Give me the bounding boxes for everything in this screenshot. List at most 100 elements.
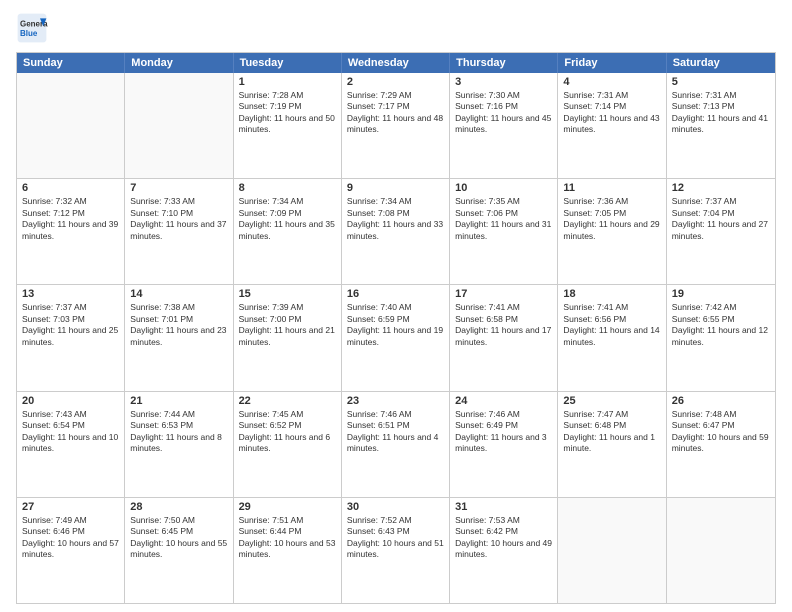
logo: General Blue (16, 12, 52, 44)
calendar-cell: 9 Sunrise: 7:34 AM Sunset: 7:08 PM Daylig… (342, 179, 450, 284)
header-day-wednesday: Wednesday (342, 53, 450, 73)
day-number: 3 (455, 76, 552, 88)
day-number: 7 (130, 182, 227, 194)
calendar-cell: 18 Sunrise: 7:41 AM Sunset: 6:56 PM Dayli… (558, 285, 666, 390)
day-info: Sunrise: 7:31 AM Sunset: 7:13 PM Dayligh… (672, 90, 770, 136)
day-info: Sunrise: 7:52 AM Sunset: 6:43 PM Dayligh… (347, 515, 444, 561)
calendar-row-5: 27 Sunrise: 7:49 AM Sunset: 6:46 PM Dayli… (17, 497, 775, 603)
day-number: 31 (455, 501, 552, 513)
calendar-cell: 29 Sunrise: 7:51 AM Sunset: 6:44 PM Dayli… (234, 498, 342, 603)
header-day-thursday: Thursday (450, 53, 558, 73)
day-info: Sunrise: 7:51 AM Sunset: 6:44 PM Dayligh… (239, 515, 336, 561)
header-day-monday: Monday (125, 53, 233, 73)
day-info: Sunrise: 7:36 AM Sunset: 7:05 PM Dayligh… (563, 196, 660, 242)
calendar-cell: 30 Sunrise: 7:52 AM Sunset: 6:43 PM Dayli… (342, 498, 450, 603)
day-info: Sunrise: 7:48 AM Sunset: 6:47 PM Dayligh… (672, 409, 770, 455)
day-info: Sunrise: 7:34 AM Sunset: 7:09 PM Dayligh… (239, 196, 336, 242)
calendar: SundayMondayTuesdayWednesdayThursdayFrid… (16, 52, 776, 604)
day-number: 17 (455, 288, 552, 300)
calendar-cell: 13 Sunrise: 7:37 AM Sunset: 7:03 PM Dayli… (17, 285, 125, 390)
day-info: Sunrise: 7:33 AM Sunset: 7:10 PM Dayligh… (130, 196, 227, 242)
day-number: 1 (239, 76, 336, 88)
day-info: Sunrise: 7:53 AM Sunset: 6:42 PM Dayligh… (455, 515, 552, 561)
day-number: 19 (672, 288, 770, 300)
header-day-friday: Friday (558, 53, 666, 73)
day-number: 13 (22, 288, 119, 300)
calendar-cell: 16Sunrise: 7:40 AM Sunset: 6:59 PM Dayli… (342, 285, 450, 390)
calendar-cell: 24Sunrise: 7:46 AM Sunset: 6:49 PM Dayli… (450, 392, 558, 497)
calendar-row-4: 20 Sunrise: 7:43 AM Sunset: 6:54 PM Dayli… (17, 391, 775, 497)
day-number: 8 (239, 182, 336, 194)
header-day-tuesday: Tuesday (234, 53, 342, 73)
calendar-cell: 10 Sunrise: 7:35 AM Sunset: 7:06 PM Dayli… (450, 179, 558, 284)
header-day-saturday: Saturday (667, 53, 775, 73)
calendar-cell: 6Sunrise: 7:32 AM Sunset: 7:12 PM Daylig… (17, 179, 125, 284)
day-number: 30 (347, 501, 444, 513)
day-number: 23 (347, 395, 444, 407)
calendar-cell: 19 Sunrise: 7:42 AM Sunset: 6:55 PM Dayli… (667, 285, 775, 390)
day-number: 22 (239, 395, 336, 407)
calendar-body: 1 Sunrise: 7:28 AM Sunset: 7:19 PM Daylig… (17, 73, 775, 603)
svg-text:Blue: Blue (20, 29, 38, 38)
day-info: Sunrise: 7:43 AM Sunset: 6:54 PM Dayligh… (22, 409, 119, 455)
day-info: Sunrise: 7:44 AM Sunset: 6:53 PM Dayligh… (130, 409, 227, 455)
day-number: 27 (22, 501, 119, 513)
day-info: Sunrise: 7:39 AM Sunset: 7:00 PM Dayligh… (239, 302, 336, 348)
day-number: 18 (563, 288, 660, 300)
day-info: Sunrise: 7:50 AM Sunset: 6:45 PM Dayligh… (130, 515, 227, 561)
calendar-cell: 1 Sunrise: 7:28 AM Sunset: 7:19 PM Daylig… (234, 73, 342, 178)
day-number: 6 (22, 182, 119, 194)
calendar-cell: 22 Sunrise: 7:45 AM Sunset: 6:52 PM Dayli… (234, 392, 342, 497)
calendar-row-3: 13 Sunrise: 7:37 AM Sunset: 7:03 PM Dayli… (17, 284, 775, 390)
calendar-cell: 7 Sunrise: 7:33 AM Sunset: 7:10 PM Daylig… (125, 179, 233, 284)
day-info: Sunrise: 7:29 AM Sunset: 7:17 PM Dayligh… (347, 90, 444, 136)
day-number: 21 (130, 395, 227, 407)
calendar-cell (558, 498, 666, 603)
header-day-sunday: Sunday (17, 53, 125, 73)
day-info: Sunrise: 7:37 AM Sunset: 7:03 PM Dayligh… (22, 302, 119, 348)
calendar-cell: 11 Sunrise: 7:36 AM Sunset: 7:05 PM Dayli… (558, 179, 666, 284)
day-number: 10 (455, 182, 552, 194)
day-info: Sunrise: 7:34 AM Sunset: 7:08 PM Dayligh… (347, 196, 444, 242)
calendar-cell (667, 498, 775, 603)
day-number: 5 (672, 76, 770, 88)
day-info: Sunrise: 7:30 AM Sunset: 7:16 PM Dayligh… (455, 90, 552, 136)
day-number: 12 (672, 182, 770, 194)
calendar-cell: 2 Sunrise: 7:29 AM Sunset: 7:17 PM Daylig… (342, 73, 450, 178)
day-info: Sunrise: 7:35 AM Sunset: 7:06 PM Dayligh… (455, 196, 552, 242)
day-info: Sunrise: 7:37 AM Sunset: 7:04 PM Dayligh… (672, 196, 770, 242)
day-number: 9 (347, 182, 444, 194)
day-info: Sunrise: 7:28 AM Sunset: 7:19 PM Dayligh… (239, 90, 336, 136)
calendar-cell: 23 Sunrise: 7:46 AM Sunset: 6:51 PM Dayli… (342, 392, 450, 497)
calendar-cell: 26Sunrise: 7:48 AM Sunset: 6:47 PM Dayli… (667, 392, 775, 497)
calendar-cell: 8 Sunrise: 7:34 AM Sunset: 7:09 PM Daylig… (234, 179, 342, 284)
day-number: 2 (347, 76, 444, 88)
calendar-cell (125, 73, 233, 178)
logo-icon: General Blue (16, 12, 48, 44)
calendar-cell: 21 Sunrise: 7:44 AM Sunset: 6:53 PM Dayli… (125, 392, 233, 497)
day-info: Sunrise: 7:31 AM Sunset: 7:14 PM Dayligh… (563, 90, 660, 136)
calendar-cell: 28Sunrise: 7:50 AM Sunset: 6:45 PM Dayli… (125, 498, 233, 603)
calendar-cell: 3 Sunrise: 7:30 AM Sunset: 7:16 PM Daylig… (450, 73, 558, 178)
day-info: Sunrise: 7:42 AM Sunset: 6:55 PM Dayligh… (672, 302, 770, 348)
day-number: 20 (22, 395, 119, 407)
calendar-cell (17, 73, 125, 178)
day-number: 16 (347, 288, 444, 300)
day-number: 4 (563, 76, 660, 88)
calendar-cell: 4 Sunrise: 7:31 AM Sunset: 7:14 PM Daylig… (558, 73, 666, 178)
calendar-cell: 15 Sunrise: 7:39 AM Sunset: 7:00 PM Dayli… (234, 285, 342, 390)
calendar-cell: 20 Sunrise: 7:43 AM Sunset: 6:54 PM Dayli… (17, 392, 125, 497)
day-number: 29 (239, 501, 336, 513)
day-info: Sunrise: 7:41 AM Sunset: 6:56 PM Dayligh… (563, 302, 660, 348)
day-info: Sunrise: 7:49 AM Sunset: 6:46 PM Dayligh… (22, 515, 119, 561)
calendar-row-2: 6Sunrise: 7:32 AM Sunset: 7:12 PM Daylig… (17, 178, 775, 284)
calendar-cell: 27 Sunrise: 7:49 AM Sunset: 6:46 PM Dayli… (17, 498, 125, 603)
calendar-cell: 12 Sunrise: 7:37 AM Sunset: 7:04 PM Dayli… (667, 179, 775, 284)
day-number: 15 (239, 288, 336, 300)
calendar-cell: 31 Sunrise: 7:53 AM Sunset: 6:42 PM Dayli… (450, 498, 558, 603)
day-number: 24 (455, 395, 552, 407)
day-info: Sunrise: 7:45 AM Sunset: 6:52 PM Dayligh… (239, 409, 336, 455)
day-number: 11 (563, 182, 660, 194)
day-info: Sunrise: 7:46 AM Sunset: 6:51 PM Dayligh… (347, 409, 444, 455)
day-info: Sunrise: 7:47 AM Sunset: 6:48 PM Dayligh… (563, 409, 660, 455)
